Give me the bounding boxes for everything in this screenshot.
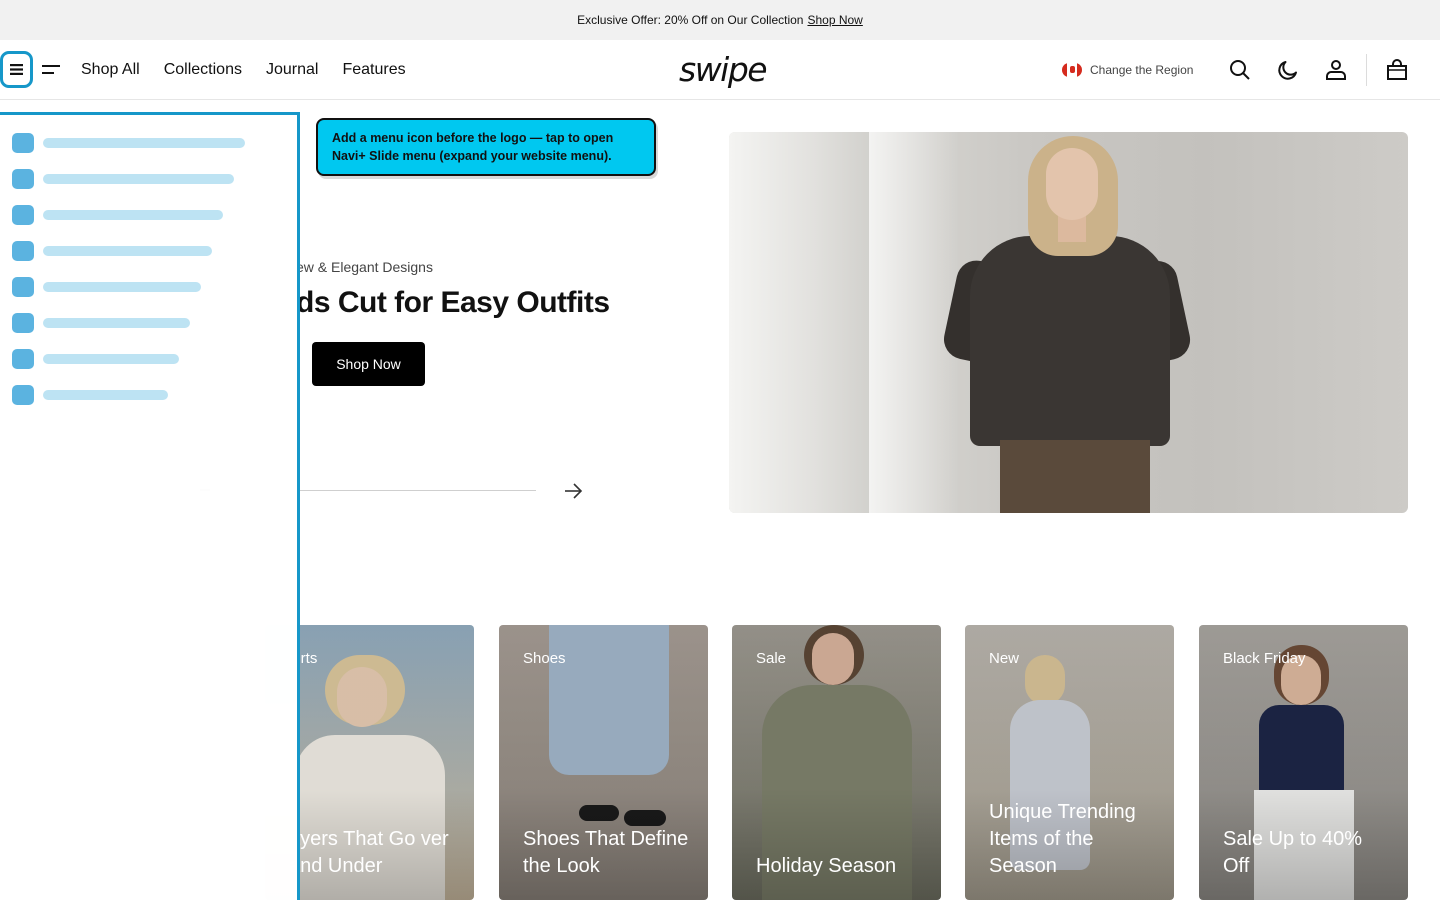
hero-title: ds Cut for Easy Outfits xyxy=(296,286,610,319)
announcement-text: Exclusive Offer: 20% Off on Our Collecti… xyxy=(577,13,804,27)
navi-menu-button[interactable] xyxy=(0,51,33,88)
nav-journal[interactable]: Journal xyxy=(266,61,318,79)
menu-tooltip: Add a menu icon before the logo — tap to… xyxy=(316,118,656,176)
menu-item-icon xyxy=(12,133,34,153)
menu-item-label-placeholder xyxy=(43,138,245,148)
arrow-right-icon[interactable] xyxy=(562,480,584,502)
hero-figure-pants xyxy=(1000,440,1150,513)
card-tag: Sale xyxy=(756,650,787,667)
hero-subtitle: ew & Elegant Designs xyxy=(296,259,433,275)
hero-shop-now-button[interactable]: Shop Now xyxy=(312,342,425,386)
menu-item-label-placeholder xyxy=(43,282,201,292)
nav-features[interactable]: Features xyxy=(342,61,405,79)
menu-item-icon xyxy=(12,385,34,405)
site-header: Shop All Collections Journal Features sw… xyxy=(0,40,1440,100)
card-caption: Sale Up to 40% Off xyxy=(1223,828,1362,877)
menu-item-label-placeholder xyxy=(43,318,190,328)
menu-item-label-placeholder xyxy=(43,246,212,256)
card-caption: Unique Trending Items of the Season xyxy=(989,801,1136,877)
announcement-bar: Exclusive Offer: 20% Off on Our Collecti… xyxy=(0,0,1440,40)
menu-item-label-placeholder xyxy=(43,390,168,400)
menu-item-icon xyxy=(12,349,34,369)
menu-item-label-placeholder xyxy=(43,354,179,364)
logo-text: swipe xyxy=(679,50,768,89)
canada-flag-icon xyxy=(1062,63,1082,77)
region-selector[interactable]: Change the Region xyxy=(1062,40,1193,100)
menu-item-label-placeholder xyxy=(43,210,223,220)
search-icon[interactable] xyxy=(1227,57,1253,83)
menu-item-icon xyxy=(12,277,34,297)
card-tag: Black Friday xyxy=(1223,650,1306,667)
category-card[interactable]: Black Friday Sale Up to 40% Off xyxy=(1199,625,1408,900)
region-label: Change the Region xyxy=(1090,63,1194,77)
moon-icon[interactable] xyxy=(1275,57,1301,83)
hamburger-icon xyxy=(10,64,23,75)
menu-item-icon xyxy=(12,313,34,333)
nav-shop-all[interactable]: Shop All xyxy=(81,61,140,79)
category-card[interactable]: New Unique Trending Items of the Season xyxy=(965,625,1174,900)
menu-item-icon xyxy=(12,241,34,261)
header-divider xyxy=(1366,54,1367,86)
account-icon[interactable] xyxy=(1323,57,1349,83)
site-logo[interactable]: swipe xyxy=(679,50,773,90)
hero-figure-shirt xyxy=(970,236,1170,446)
card-tag: New xyxy=(989,650,1020,667)
card-caption: Shoes That Define the Look xyxy=(523,828,689,877)
card-caption: Holiday Season xyxy=(756,855,897,877)
card-tag: Shoes xyxy=(523,650,566,667)
nav-collections[interactable]: Collections xyxy=(164,61,242,79)
menu-item-label-placeholder xyxy=(43,174,234,184)
main-nav: Shop All Collections Journal Features xyxy=(81,40,406,100)
bag-icon[interactable] xyxy=(1384,57,1410,83)
menu-item-icon xyxy=(12,205,34,225)
menu-item-icon xyxy=(12,169,34,189)
announcement-shop-now-link[interactable]: Shop Now xyxy=(807,13,862,27)
category-card[interactable]: Sale Holiday Season xyxy=(732,625,941,900)
category-card[interactable]: Shoes Shoes That Define the Look xyxy=(499,625,708,900)
hero-figure-face xyxy=(1046,148,1098,220)
menu-icon[interactable] xyxy=(42,64,60,76)
slide-menu-panel xyxy=(0,112,300,900)
card-caption: ayers That Go ver and Under xyxy=(289,828,449,877)
